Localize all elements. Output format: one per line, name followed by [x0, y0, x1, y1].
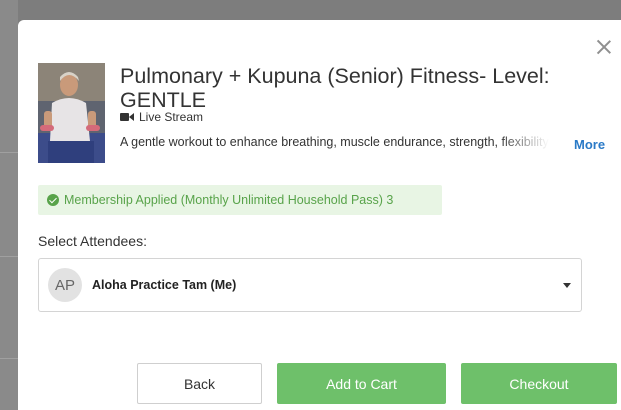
- membership-applied-badge: Membership Applied (Monthly Unlimited Ho…: [38, 185, 442, 215]
- page-backdrop: [0, 0, 18, 410]
- backdrop-divider: [0, 256, 18, 257]
- avatar: AP: [48, 268, 82, 302]
- checkout-button[interactable]: Checkout: [461, 363, 617, 404]
- more-link[interactable]: More: [574, 137, 605, 152]
- class-booking-modal: Pulmonary + Kupuna (Senior) Fitness- Lev…: [18, 20, 621, 410]
- close-icon[interactable]: [595, 38, 613, 56]
- class-thumbnail: [38, 63, 105, 163]
- caret-down-icon[interactable]: [563, 283, 571, 288]
- membership-text: Membership Applied (Monthly Unlimited Ho…: [64, 193, 394, 207]
- class-description: A gentle workout to enhance breathing, m…: [120, 135, 560, 149]
- check-circle-icon: [47, 194, 59, 206]
- backdrop-divider: [0, 152, 18, 153]
- class-title: Pulmonary + Kupuna (Senior) Fitness- Lev…: [120, 64, 550, 112]
- stream-type-row: Live Stream: [120, 110, 203, 124]
- stream-type-label: Live Stream: [139, 110, 204, 124]
- attendees-label: Select Attendees:: [38, 233, 147, 249]
- backdrop-divider: [0, 358, 18, 359]
- description-fade: [500, 132, 570, 152]
- add-to-cart-button[interactable]: Add to Cart: [277, 363, 446, 404]
- attendee-select[interactable]: AP Aloha Practice Tam (Me): [38, 258, 582, 312]
- attendee-name: Aloha Practice Tam (Me): [92, 278, 237, 292]
- video-camera-icon: [120, 112, 135, 122]
- back-button[interactable]: Back: [137, 363, 262, 404]
